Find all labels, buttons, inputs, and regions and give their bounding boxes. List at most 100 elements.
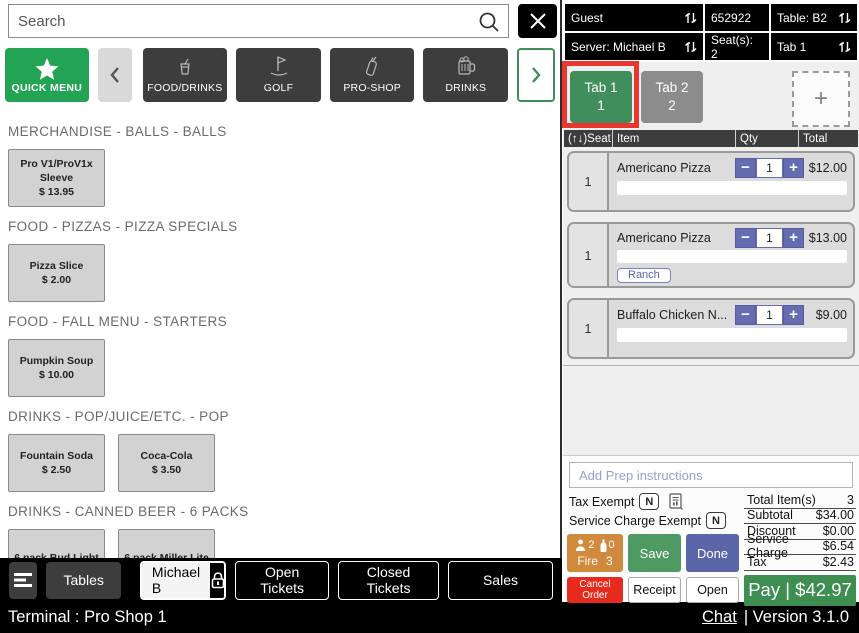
qty-stepper: − 1 + bbox=[735, 305, 804, 325]
menu-item-6pack-bud-light[interactable]: 6 pack Bud Light bbox=[8, 529, 105, 558]
fire-label: Fire bbox=[577, 554, 598, 568]
guest-label: Guest bbox=[571, 11, 603, 25]
fire-button[interactable]: 2 0 Fire 3 bbox=[567, 534, 623, 572]
ticket-header: Guest 652922 Table: B2 Server: Michael B… bbox=[563, 0, 859, 62]
pay-button[interactable]: Pay | $42.97 bbox=[744, 575, 856, 606]
qty-plus-button[interactable]: + bbox=[783, 228, 804, 248]
closed-tickets-button[interactable]: Closed Tickets bbox=[338, 561, 439, 600]
menu-hamburger-button[interactable] bbox=[9, 562, 37, 599]
fire-number: 3 bbox=[606, 554, 613, 568]
server-cell[interactable]: Server: Michael B bbox=[565, 33, 703, 60]
swap-icon bbox=[684, 11, 697, 25]
qty-minus-button[interactable]: − bbox=[735, 228, 756, 248]
category-label: PRO-SHOP bbox=[343, 82, 401, 94]
category-golf[interactable]: GOLF bbox=[236, 48, 321, 102]
tab-cell[interactable]: Tab 1 bbox=[771, 33, 857, 60]
quick-menu-button[interactable]: QUICK MENU bbox=[5, 48, 89, 102]
total-label: Subtotal bbox=[747, 508, 793, 522]
menu-item-pumpkin-soup[interactable]: Pumpkin Soup $ 10.00 bbox=[8, 339, 105, 397]
category-drinks[interactable]: DRINKS bbox=[423, 48, 508, 102]
tab-2-button[interactable]: Tab 2 2 bbox=[641, 71, 703, 123]
fire-bottle-count: 0 bbox=[609, 539, 615, 551]
category-pro-shop[interactable]: PRO-SHOP bbox=[330, 48, 415, 102]
qty-minus-button[interactable]: − bbox=[735, 158, 756, 178]
qty-value: 1 bbox=[756, 228, 783, 248]
order-row[interactable]: 1 Americano Pizza − 1 + $13.00 Ranch bbox=[567, 222, 855, 288]
total-value: $0.00 bbox=[823, 524, 854, 538]
cancel-order-button[interactable]: Cancel Order bbox=[567, 577, 623, 603]
menu-item-name: 6 pack Miller Lite bbox=[124, 551, 209, 558]
search-input[interactable] bbox=[9, 5, 508, 37]
search-box bbox=[8, 4, 509, 38]
tab-name: Tab 2 bbox=[655, 79, 688, 97]
golf-flag-icon bbox=[268, 56, 290, 76]
menu-item-price: $ 2.50 bbox=[42, 463, 71, 477]
tab-1-button[interactable]: Tab 1 1 bbox=[570, 71, 632, 123]
open-button[interactable]: Open bbox=[686, 577, 739, 603]
receipt-document-icon[interactable] bbox=[668, 493, 683, 510]
qty-plus-button[interactable]: + bbox=[783, 305, 804, 325]
table-cell[interactable]: Table: B2 bbox=[771, 4, 857, 31]
qty-minus-button[interactable]: − bbox=[735, 305, 756, 325]
category-next-button[interactable] bbox=[517, 48, 555, 102]
modifier-chip[interactable]: Ranch bbox=[617, 268, 671, 283]
total-value: $6.54 bbox=[823, 539, 854, 553]
sales-button[interactable]: Sales bbox=[448, 561, 553, 600]
menu-item-name: Fountain Soda bbox=[20, 449, 93, 463]
total-value: $2.43 bbox=[823, 555, 854, 569]
menu-item-name: Pizza Slice bbox=[30, 259, 84, 273]
category-bar: QUICK MENU FOOD/DRINKS GOLF PRO-SHOP bbox=[0, 42, 560, 108]
seats-cell[interactable]: Seat(s): 2 bbox=[705, 33, 769, 60]
order-row[interactable]: 1 Americano Pizza − 1 + $12.00 bbox=[567, 151, 855, 212]
close-search-button[interactable] bbox=[518, 4, 557, 38]
total-value: $34.00 bbox=[816, 508, 854, 522]
tab-count: 1 bbox=[597, 97, 605, 115]
section-title: FOOD - PIZZAS - PIZZA SPECIALS bbox=[8, 219, 552, 234]
add-tab-button[interactable]: + bbox=[792, 71, 850, 127]
category-prev-button[interactable] bbox=[98, 48, 132, 102]
tables-button[interactable]: Tables bbox=[46, 562, 120, 599]
seat-number: 1 bbox=[569, 153, 609, 210]
menu-panel: QUICK MENU FOOD/DRINKS GOLF PRO-SHOP bbox=[0, 0, 562, 558]
section-title: FOOD - FALL MENU - STARTERS bbox=[8, 314, 552, 329]
tab-name: Tab 1 bbox=[584, 79, 617, 97]
order-item-name: Americano Pizza bbox=[617, 231, 735, 245]
menu-item-pro-v1-sleeve[interactable]: Pro V1/ProV1x Sleeve $ 13.95 bbox=[8, 149, 105, 207]
qty-stepper: − 1 + bbox=[735, 228, 804, 248]
menu-item-price: $ 10.00 bbox=[39, 368, 74, 382]
done-button[interactable]: Done bbox=[686, 534, 739, 572]
ticket-panel: Guest 652922 Table: B2 Server: Michael B… bbox=[563, 0, 859, 602]
menu-item-coca-cola[interactable]: Coca-Cola $ 3.50 bbox=[118, 434, 215, 492]
guest-cell[interactable]: Guest bbox=[565, 4, 703, 31]
order-number-cell[interactable]: 652922 bbox=[705, 4, 769, 31]
open-tickets-button[interactable]: Open Tickets bbox=[235, 561, 329, 600]
menu-item-pizza-slice[interactable]: Pizza Slice $ 2.00 bbox=[8, 244, 105, 302]
seats-label: Seat(s): 2 bbox=[711, 33, 763, 61]
chevron-left-icon bbox=[108, 66, 122, 84]
receipt-button[interactable]: Receipt bbox=[628, 577, 681, 603]
star-icon bbox=[34, 57, 60, 81]
service-charge-exempt-label: Service Charge Exempt bbox=[569, 514, 701, 528]
total-value: 3 bbox=[847, 493, 854, 507]
terminal-label: Terminal : Pro Shop 1 bbox=[8, 608, 167, 627]
server-label: Server: Michael B bbox=[571, 40, 666, 54]
tax-exempt-toggle[interactable]: N bbox=[639, 493, 659, 510]
swap-icon bbox=[838, 11, 851, 25]
service-charge-exempt-toggle[interactable]: N bbox=[706, 512, 726, 529]
menu-item-fountain-soda[interactable]: Fountain Soda $ 2.50 bbox=[8, 434, 105, 492]
current-user-button[interactable]: Michael B bbox=[140, 561, 226, 600]
qty-column-header: Qty bbox=[736, 130, 798, 147]
menu-item-name: 6 pack Bud Light bbox=[14, 551, 99, 558]
seat-column-header[interactable]: (↑↓)Seat bbox=[564, 130, 612, 147]
menu-item-6pack-miller-lite[interactable]: 6 pack Miller Lite bbox=[118, 529, 215, 558]
plus-icon: + bbox=[814, 85, 828, 113]
qty-plus-button[interactable]: + bbox=[783, 158, 804, 178]
save-button[interactable]: Save bbox=[628, 534, 681, 572]
category-food-drinks[interactable]: FOOD/DRINKS bbox=[143, 48, 228, 102]
close-icon bbox=[528, 11, 548, 31]
order-row[interactable]: 1 Buffalo Chicken N... − 1 + $9.00 bbox=[567, 298, 855, 359]
category-label: DRINKS bbox=[445, 82, 486, 94]
prep-instructions-input[interactable] bbox=[569, 462, 853, 488]
chat-link[interactable]: Chat bbox=[702, 608, 737, 627]
category-label: FOOD/DRINKS bbox=[147, 82, 222, 94]
